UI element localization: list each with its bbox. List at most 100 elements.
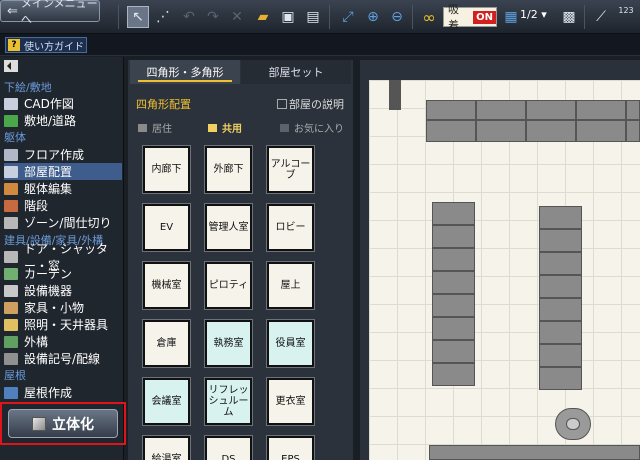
print-icon[interactable]: ▤ <box>302 6 324 28</box>
room-block[interactable] <box>476 120 526 142</box>
room-block[interactable] <box>432 317 475 340</box>
room-block[interactable] <box>432 340 475 363</box>
room-block[interactable] <box>539 206 582 229</box>
redo-icon[interactable]: ↷ <box>202 6 224 28</box>
grid-pattern-icon[interactable]: ▩ <box>558 6 580 28</box>
sidebar-item-exterior[interactable]: 外構 <box>4 333 122 350</box>
room-block-bottom[interactable] <box>429 445 640 460</box>
solidify-button[interactable]: 立体化 <box>8 409 118 438</box>
main-menu-button[interactable]: ⇐ メインメニューへ <box>0 0 100 26</box>
grid-ratio-select[interactable]: 1/2 ▾ <box>520 8 547 32</box>
room-tile[interactable]: 会議室 <box>143 378 190 425</box>
room-tile[interactable]: アルコーブ <box>267 146 314 193</box>
room-block[interactable] <box>626 120 640 142</box>
snap-state-badge: ON <box>473 10 496 24</box>
filter-shared[interactable]: 共用 <box>208 120 242 135</box>
open-folder-icon[interactable]: ▰ <box>252 6 274 28</box>
room-block[interactable] <box>626 100 640 120</box>
room-tile[interactable]: 内廊下 <box>143 146 190 193</box>
floor-plan[interactable] <box>369 80 640 460</box>
wall-segment[interactable] <box>389 80 401 110</box>
undo-icon[interactable]: ↶ <box>178 6 200 28</box>
sidebar-item-structure-edit[interactable]: 躯体編集 <box>4 180 122 197</box>
room-block[interactable] <box>432 202 475 225</box>
sidebar-item-cad-drawing[interactable]: CAD作図 <box>4 95 122 112</box>
ruler-icon[interactable]: ⟋ <box>590 6 612 28</box>
panel-subtitle: 四角形配置 <box>136 98 191 111</box>
room-block[interactable] <box>432 225 475 248</box>
room-tile[interactable]: 役員室 <box>267 320 314 367</box>
sidebar-item-door-window[interactable]: ドア・シャッター・窓 <box>4 242 122 273</box>
sidebar-item-stairs[interactable]: 階段 <box>4 197 122 214</box>
room-block[interactable] <box>426 120 476 142</box>
room-tile[interactable]: 倉庫 <box>143 320 190 367</box>
save-icon[interactable]: ▣ <box>277 6 299 28</box>
room-tile[interactable]: 執務室 <box>205 320 252 367</box>
grid-icon[interactable]: ▦ <box>500 6 522 28</box>
room-block[interactable] <box>476 100 526 120</box>
room-block[interactable] <box>432 363 475 386</box>
room-block[interactable] <box>576 100 626 120</box>
sidebar-item-curtain[interactable]: カーテン <box>4 265 122 282</box>
room-block[interactable] <box>526 100 576 120</box>
sidebar-item-site-road[interactable]: 敷地/道路 <box>4 112 122 129</box>
collapse-sidebar-icon[interactable] <box>4 60 18 72</box>
room-block[interactable] <box>539 321 582 344</box>
tab-rectangle-polygon[interactable]: 四角形・多角形 <box>130 60 240 84</box>
snap-toggle[interactable]: 吸着 ON <box>443 3 497 32</box>
toolbar: ⇐ メインメニューへ ↖ ⋰ ↶ ↷ ✕ ▰ ▣ ▤ ⤢ ⊕ ⊖ ∞ 吸着 ON… <box>0 0 640 34</box>
filter-favorites[interactable]: お気に入り <box>280 120 344 135</box>
room-block[interactable] <box>432 294 475 317</box>
tab-label: 部屋セット <box>268 66 324 79</box>
room-tile[interactable]: 屋上 <box>267 262 314 309</box>
site-icon <box>4 114 18 127</box>
sidebar-item-label: 設備機器 <box>24 284 73 298</box>
filter-residential[interactable]: 居住 <box>138 120 172 135</box>
room-tile[interactable]: 更衣室 <box>267 378 314 425</box>
room-block[interactable] <box>526 120 576 142</box>
fit-view-icon[interactable]: ⤢ <box>337 6 359 28</box>
toolbar-separator <box>118 5 119 29</box>
zoom-in-icon[interactable]: ⊕ <box>362 6 384 28</box>
infinity-icon[interactable]: ∞ <box>418 6 440 28</box>
room-description-checkbox[interactable]: 部屋の説明 <box>277 96 344 112</box>
room-tile[interactable]: リフレッシュルーム <box>205 378 252 425</box>
sidebar-item-equipment[interactable]: 設備機器 <box>4 282 122 299</box>
room-block[interactable] <box>432 248 475 271</box>
drawing-canvas[interactable] <box>360 60 640 460</box>
usage-guide-button[interactable]: ? 使い方ガイド <box>5 37 87 53</box>
delete-icon[interactable]: ✕ <box>226 6 248 28</box>
room-tile[interactable]: ロビー <box>267 204 314 251</box>
tab-label: 四角形・多角形 <box>146 66 224 79</box>
room-tile[interactable]: ピロティ <box>205 262 252 309</box>
room-block[interactable] <box>539 367 582 390</box>
filter-label: 共用 <box>222 124 242 135</box>
room-block[interactable] <box>539 275 582 298</box>
room-tile[interactable]: 管理人室 <box>205 204 252 251</box>
select-arrow-icon[interactable]: ↖ <box>127 6 149 28</box>
room-block[interactable] <box>539 344 582 367</box>
room-tile[interactable]: 機械室 <box>143 262 190 309</box>
room-block[interactable] <box>426 100 476 120</box>
sidebar-item-room-placement[interactable]: 部屋配置 <box>4 163 122 180</box>
room-block[interactable] <box>539 298 582 321</box>
room-tile[interactable]: EV <box>143 204 190 251</box>
room-block[interactable] <box>432 271 475 294</box>
room-tile[interactable]: DS <box>205 436 252 460</box>
sidebar-item-furniture[interactable]: 家具・小物 <box>4 299 122 316</box>
sidebar-item-floor-create[interactable]: フロア作成 <box>4 146 122 163</box>
sidebar-item-wiring[interactable]: 設備記号/配線 <box>4 350 122 367</box>
multi-select-icon[interactable]: ⋰ <box>152 6 174 28</box>
sidebar-item-roof-create[interactable]: 屋根作成 <box>4 384 122 401</box>
room-block[interactable] <box>539 252 582 275</box>
room-tile[interactable]: EPS <box>267 436 314 460</box>
sidebar-item-zone-partition[interactable]: ゾーン/間仕切り <box>4 214 122 231</box>
room-block[interactable] <box>539 229 582 252</box>
room-tile[interactable]: 給湯室 <box>143 436 190 460</box>
room-tile[interactable]: 外廊下 <box>205 146 252 193</box>
room-block[interactable] <box>576 120 626 142</box>
zoom-out-icon[interactable]: ⊖ <box>386 6 408 28</box>
counter-icon[interactable]: 123 <box>615 6 637 28</box>
tab-room-set[interactable]: 部屋セット <box>241 60 351 84</box>
sidebar-item-lighting[interactable]: 照明・天井器具 <box>4 316 122 333</box>
